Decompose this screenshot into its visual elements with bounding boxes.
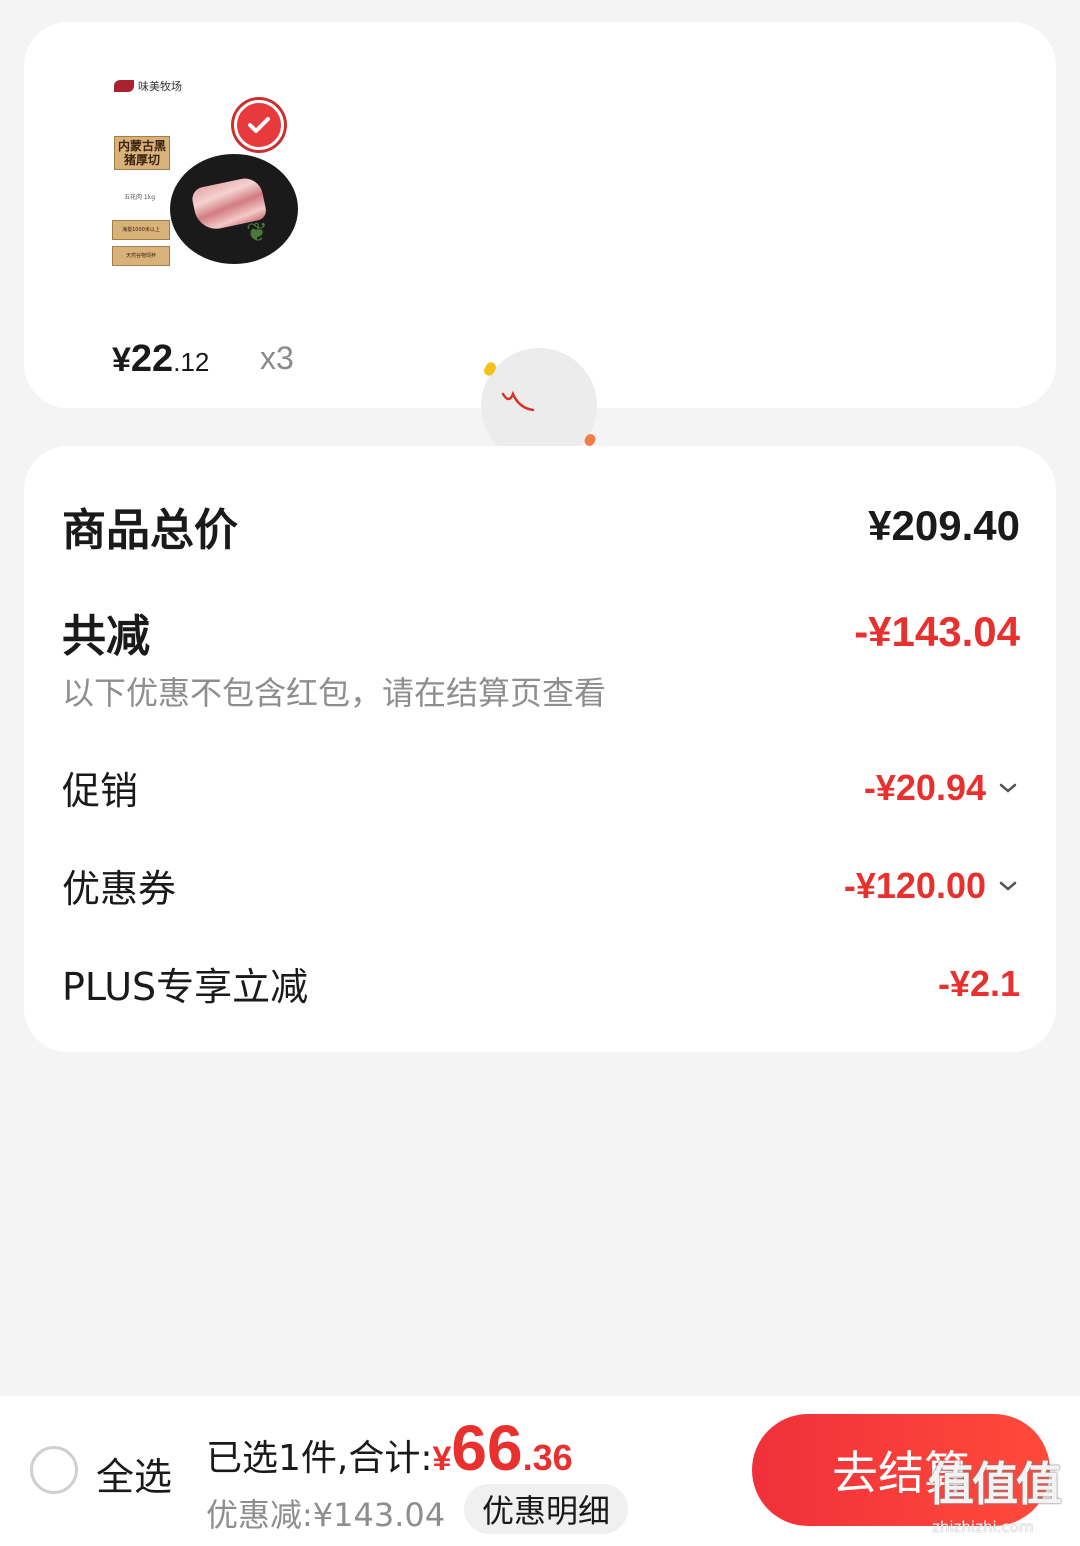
brand-name: 味美牧场: [138, 80, 182, 93]
selected-total: 已选1件,合计: ¥ 66 .36: [206, 1416, 573, 1481]
chevron-down-icon[interactable]: [996, 874, 1020, 898]
pack-tag: 天然谷物饲养: [112, 246, 170, 266]
price-symbol: ¥: [112, 341, 131, 379]
checkout-bar: 全选 已选1件,合计: ¥ 66 .36 优惠减:¥143.04 优惠明细 去结…: [0, 1396, 1080, 1546]
pack-subtitle: 五花肉 1kg: [124, 194, 156, 201]
brand-row: 味美牧场: [114, 78, 182, 94]
watermark-logo: 值值值: [928, 1457, 1062, 1511]
unit-price: ¥22.12: [112, 338, 209, 381]
total-value: ¥209.40: [868, 502, 1020, 549]
price-summary-card: 商品总价 ¥209.40 共减 -¥143.04 以下优惠不包含红包，请在结算页…: [24, 446, 1056, 1052]
product-image[interactable]: 味美牧场 内蒙古黑猪厚切 五花肉 1kg 海拔1000米以上 天然谷物饲养 ❦: [86, 70, 316, 280]
reduce-row: 共减 -¥143.04: [62, 600, 1020, 664]
coupon-label: 优惠券: [62, 867, 177, 911]
pack-tag: 海拔1000米以上: [112, 220, 170, 240]
herb-icon: ❦: [246, 218, 268, 248]
saved-amount: 优惠减:¥143.04: [206, 1496, 446, 1534]
select-all-radio-icon[interactable]: [30, 1446, 78, 1494]
promotion-value: -¥20.94: [863, 766, 986, 808]
coupon-row[interactable]: 优惠券 -¥120.00: [62, 858, 1020, 913]
coupon-value: -¥120.00: [843, 864, 986, 906]
reduce-value: -¥143.04: [854, 608, 1020, 655]
price-integer: 22: [130, 338, 174, 380]
total-row: 商品总价 ¥209.40: [62, 494, 1020, 558]
total-decimal: .36: [522, 1437, 573, 1478]
total-integer: 66: [451, 1412, 523, 1484]
discount-note: 以下优惠不包含红包，请在结算页查看: [62, 674, 607, 712]
watermark-url: zhizhizhi.com: [932, 1518, 1034, 1536]
promotion-label: 促销: [62, 769, 139, 813]
promotion-row[interactable]: 促销 -¥20.94: [62, 760, 1020, 815]
select-all-label[interactable]: 全选: [96, 1446, 172, 1501]
chevron-down-icon[interactable]: [996, 776, 1020, 800]
quantity: x3: [260, 340, 294, 376]
selected-text: 已选1件,合计:: [206, 1438, 433, 1479]
plus-discount-label: PLUS专享立减: [62, 965, 309, 1009]
total-symbol: ¥: [432, 1440, 452, 1478]
price-decimal: .12: [173, 347, 210, 377]
reduce-label: 共减: [62, 611, 150, 662]
check-badge-icon: [234, 100, 284, 150]
total-label: 商品总价: [62, 505, 238, 556]
plus-discount-row: PLUS专享立减 -¥2.1: [62, 956, 1020, 1011]
pack-title: 内蒙古黑猪厚切: [114, 136, 170, 170]
plus-discount-value: -¥2.1: [937, 962, 1020, 1004]
discount-detail-button[interactable]: 优惠明细: [464, 1484, 629, 1534]
brand-logo: [114, 80, 134, 92]
